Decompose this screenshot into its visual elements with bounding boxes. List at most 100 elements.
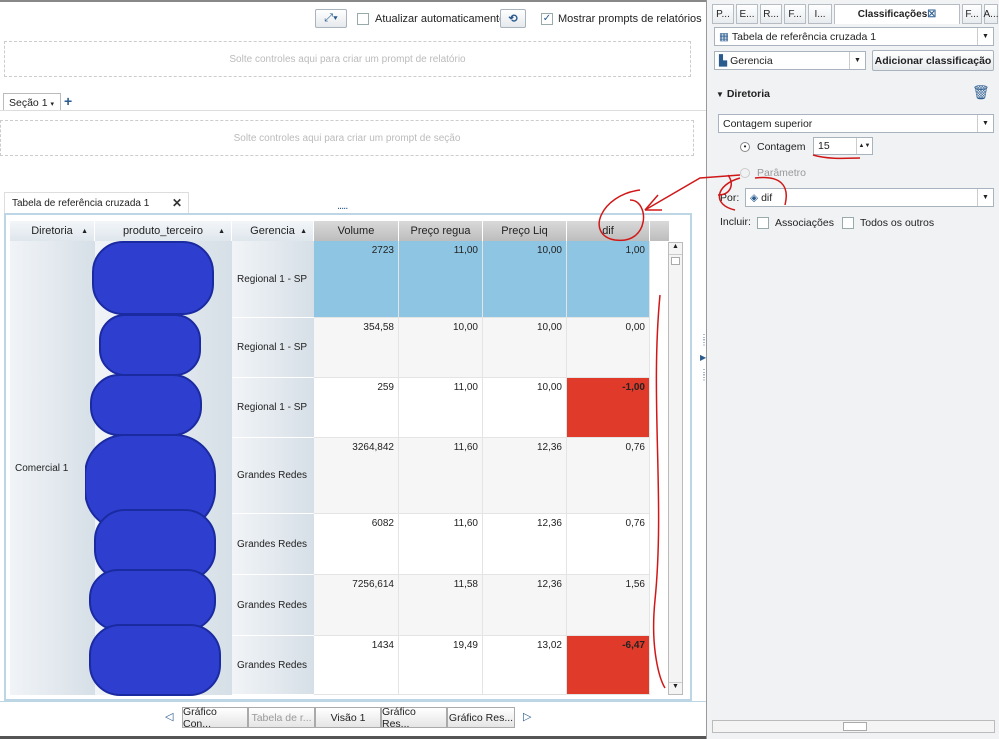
cell-volume[interactable]: 6082 (314, 514, 399, 575)
cell-dif[interactable]: 1,00 (567, 241, 650, 318)
all-others-checkbox[interactable] (842, 217, 854, 229)
all-others-label: Todos os outros (860, 217, 935, 229)
add-section-button[interactable]: + (64, 93, 72, 109)
section-tab[interactable]: Seção 1 ▾ (3, 93, 61, 110)
cell-dif[interactable]: -6,47 (567, 636, 650, 695)
panel-tab-7[interactable]: A... (984, 4, 999, 24)
object-tab[interactable]: Tabela de referência cruzada 1 (4, 192, 189, 213)
scroll-thumb[interactable] (843, 722, 867, 731)
cell-gerencia[interactable]: Grandes Redes (232, 514, 314, 575)
sort-asc-icon[interactable]: ▲ (300, 228, 307, 235)
close-tab-icon[interactable]: ☒ (927, 9, 936, 20)
cell-gerencia[interactable]: Regional 1 - SP (232, 378, 314, 438)
associations-checkbox[interactable] (757, 217, 769, 229)
by-select[interactable]: ◈ dif ▼ (745, 188, 994, 207)
cell-gerencia[interactable]: Grandes Redes (232, 438, 314, 514)
cell-gerencia[interactable]: Regional 1 - SP (232, 318, 314, 378)
rank-type-select[interactable]: Contagem superior ▼ (718, 114, 994, 133)
cell-preco-liq[interactable]: 12,36 (483, 514, 567, 575)
cell-preco-liq[interactable]: 12,36 (483, 438, 567, 514)
cell-preco-liq[interactable]: 10,00 (483, 378, 567, 438)
nav-tab-1[interactable]: Gráfico Con... (182, 706, 248, 730)
header-volume[interactable]: Volume (314, 221, 399, 241)
count-stepper[interactable]: 15 ▲▼ (813, 137, 873, 155)
nav-tab-2[interactable]: Tabela de r... (248, 707, 315, 728)
sort-asc-icon[interactable]: ▲ (218, 228, 225, 235)
chevron-down-icon[interactable]: ▾ (50, 101, 54, 108)
chevron-down-icon[interactable]: ▼ (977, 28, 993, 45)
cell-dif[interactable]: 0,76 (567, 438, 650, 514)
panel-tab-5[interactable]: Classificações ☒ (834, 4, 960, 24)
cell-dif[interactable]: 0,00 (567, 318, 650, 378)
section-prompt-dropzone[interactable]: Solte controles aqui para criar um promp… (0, 120, 694, 156)
cell-preco-liq[interactable]: 10,00 (483, 241, 567, 318)
cell-dif[interactable]: -1,00 (567, 378, 650, 438)
show-prompts-checkbox[interactable]: ✓ (541, 13, 553, 25)
trash-icon[interactable]: 🗑 (972, 84, 990, 101)
drag-handle-icon[interactable]: ..... (337, 200, 348, 212)
panel-tab-2[interactable]: R... (760, 4, 782, 24)
cell-dif[interactable]: 0,76 (567, 514, 650, 575)
cell-preco-liq[interactable]: 12,36 (483, 575, 567, 636)
cell-volume[interactable]: 259 (314, 378, 399, 438)
top-border (0, 0, 706, 2)
ranking-section-header[interactable]: ▼ Diretoria (716, 88, 770, 100)
panel-tab-1[interactable]: E... (736, 4, 758, 24)
close-icon[interactable]: ✕ (172, 196, 182, 210)
parameter-radio[interactable] (740, 168, 750, 178)
next-tab-icon[interactable]: ▷ (523, 710, 531, 723)
cell-dif[interactable]: 1,56 (567, 575, 650, 636)
count-radio[interactable]: • (740, 142, 750, 152)
header-dif[interactable]: dif (567, 221, 650, 241)
cell-preco-regua[interactable]: 11,58 (399, 575, 483, 636)
cell-preco-liq[interactable]: 13,02 (483, 636, 567, 695)
chevron-down-icon[interactable]: ▼ (977, 115, 993, 132)
cell-volume[interactable]: 354,58 (314, 318, 399, 378)
chevron-down-icon[interactable]: ▼ (849, 52, 865, 69)
cell-preco-regua[interactable]: 11,60 (399, 514, 483, 575)
scroll-thumb[interactable] (671, 257, 680, 265)
cell-preco-regua[interactable]: 10,00 (399, 318, 483, 378)
sort-asc-icon[interactable]: ▲ (81, 228, 88, 235)
scroll-up-icon[interactable]: ▲ (669, 243, 682, 255)
fit-menu-button[interactable]: ⤢▾ (315, 9, 347, 28)
vertical-scrollbar[interactable]: ▲ ▼ (668, 242, 683, 695)
cell-gerencia[interactable]: Grandes Redes (232, 636, 314, 695)
nav-tab-3[interactable]: Visão 1 (315, 707, 381, 728)
object-select[interactable]: ▦ Tabela de referência cruzada 1 ▼ (714, 27, 994, 46)
cell-volume[interactable]: 3264,842 (314, 438, 399, 514)
category-select[interactable]: ▙ Gerencia ▼ (714, 51, 866, 70)
cell-preco-regua[interactable]: 19,49 (399, 636, 483, 695)
cell-preco-regua[interactable]: 11,00 (399, 378, 483, 438)
cell-preco-regua[interactable]: 11,00 (399, 241, 483, 318)
cell-volume[interactable]: 2723 (314, 241, 399, 318)
header-preco-regua[interactable]: Preço regua (399, 221, 483, 241)
report-prompt-dropzone[interactable]: Solte controles aqui para criar um promp… (4, 41, 691, 77)
panel-tab-6[interactable]: F... (962, 4, 982, 24)
chevron-down-icon[interactable]: ▼ (977, 189, 993, 206)
nav-tab-4[interactable]: Gráfico Res... (381, 706, 447, 730)
add-ranking-button[interactable]: Adicionar classificação (872, 50, 994, 71)
cell-volume[interactable]: 7256,614 (314, 575, 399, 636)
panel-tab-4[interactable]: I... (808, 4, 832, 24)
horizontal-scrollbar[interactable] (712, 720, 995, 733)
panel-tab-0[interactable]: P... (712, 4, 734, 24)
cell-gerencia[interactable]: Grandes Redes (232, 575, 314, 636)
cell-preco-regua[interactable]: 11,60 (399, 438, 483, 514)
auto-update-checkbox[interactable] (357, 13, 369, 25)
header-produto-terceiro[interactable]: produto_terceiro ▲ (95, 221, 232, 241)
cell-preco-liq[interactable]: 10,00 (483, 318, 567, 378)
cell-volume[interactable]: 1434 (314, 636, 399, 695)
panel-tab-3[interactable]: F... (784, 4, 806, 24)
scroll-down-icon[interactable]: ▼ (669, 682, 682, 694)
collapse-icon[interactable]: ▼ (716, 90, 724, 99)
prev-tab-icon[interactable]: ◁ (165, 710, 173, 723)
stepper-arrows-icon[interactable]: ▲▼ (856, 138, 872, 154)
cell-gerencia[interactable]: Regional 1 - SP (232, 241, 314, 318)
header-diretoria[interactable]: Diretoria ▲ (10, 221, 95, 241)
nav-tab-5[interactable]: Gráfico Res... (447, 707, 515, 728)
header-gerencia[interactable]: Gerencia ▲ (232, 221, 314, 241)
header-preco-liq[interactable]: Preço Liq (483, 221, 567, 241)
cell-diretoria[interactable]: Comercial 1 (10, 241, 95, 695)
refresh-button[interactable]: ⟲ (500, 9, 526, 28)
